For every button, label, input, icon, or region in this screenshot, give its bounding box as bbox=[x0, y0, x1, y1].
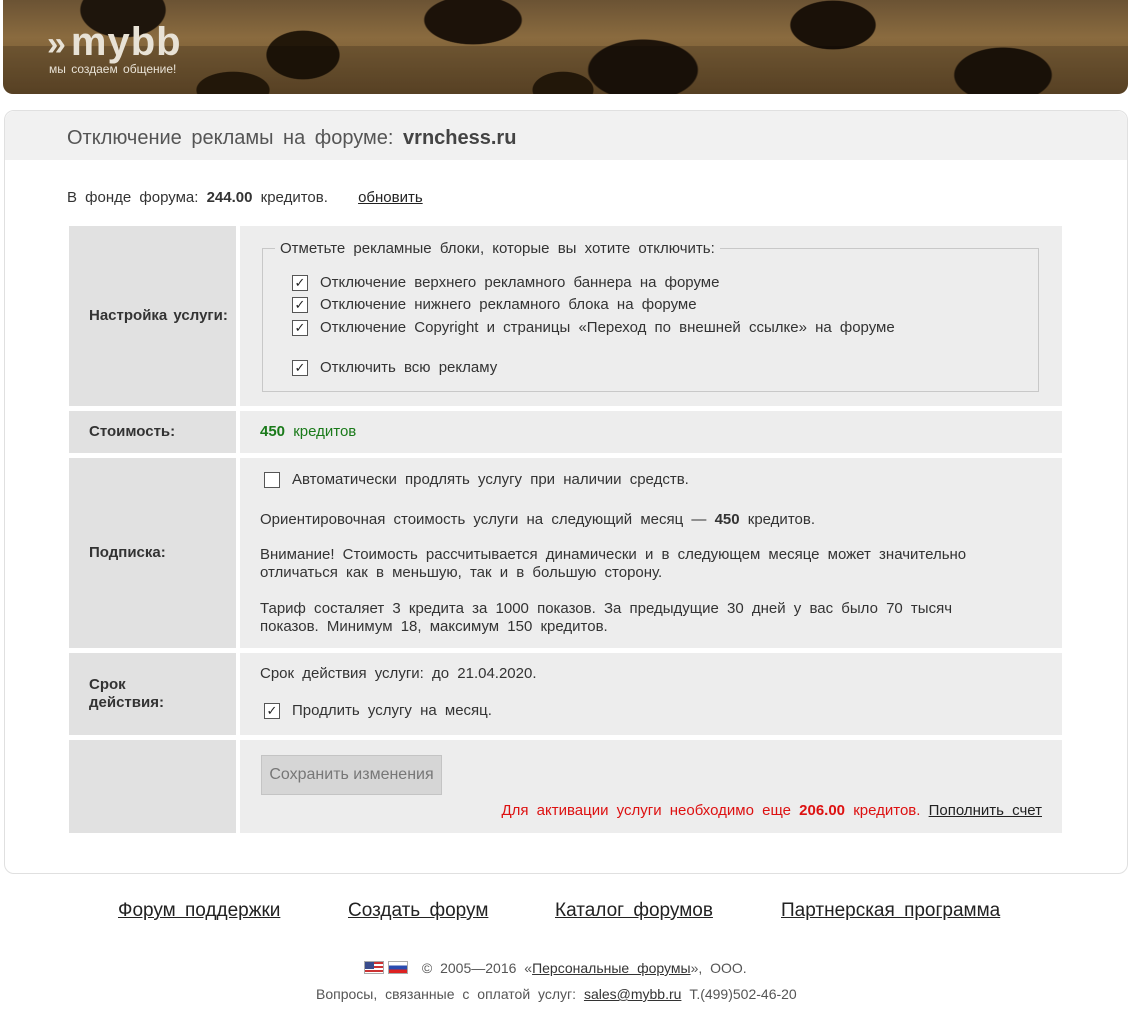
copyright-suffix: », ООО. bbox=[690, 960, 747, 976]
subscription-content: Автоматически продлять услугу при наличи… bbox=[240, 458, 1062, 648]
title-bar: Отключение рекламы на форуме: vrnchess.r… bbox=[5, 111, 1127, 160]
forum-fund: В фонде форума: 244.00 кредитов. обновит… bbox=[67, 189, 423, 206]
cost-unit: кредитов bbox=[293, 423, 357, 440]
option-label: Отключить всю рекламу bbox=[320, 359, 498, 376]
main-panel: Отключение рекламы на форуме: vrnchess.r… bbox=[4, 110, 1128, 874]
price-warning: Внимание! Стоимость рассчитывается динам… bbox=[260, 546, 967, 581]
us-flag-icon[interactable] bbox=[364, 961, 384, 974]
mybb-logo[interactable]: » mybb мы создаем общение! bbox=[47, 20, 182, 76]
contact-info: Вопросы, связанные с оплатой услуг: sale… bbox=[316, 986, 797, 1002]
checkbox-disable-all[interactable]: ✓ bbox=[292, 359, 308, 376]
footer-link-catalog[interactable]: Каталог форумов bbox=[555, 900, 713, 922]
save-button[interactable]: Сохранить изменения bbox=[261, 755, 442, 795]
company-link[interactable]: Персональные форумы bbox=[532, 960, 691, 976]
subscription-row: Подписка: Автоматически продлять услугу … bbox=[69, 458, 1062, 648]
contact-phone: Т.(499)502-46-20 bbox=[689, 986, 797, 1002]
actions-label-empty bbox=[69, 740, 236, 833]
copyright: © 2005—2016 «Персональные форумы», ООО. bbox=[364, 960, 747, 976]
ru-flag-icon[interactable] bbox=[388, 961, 408, 974]
extend-label: Продлить услугу на месяц. bbox=[292, 702, 492, 719]
checkbox-copyright[interactable]: ✓ bbox=[292, 319, 308, 336]
term-row: Срок действия: Срок действия услуги: до … bbox=[69, 653, 1062, 735]
page-title: Отключение рекламы на форуме: vrnchess.r… bbox=[67, 127, 516, 150]
option-disable-all[interactable]: ✓ Отключить всю рекламу bbox=[292, 359, 497, 376]
contact-prefix: Вопросы, связанные с оплатой услуг: bbox=[316, 986, 577, 1002]
checkbox-extend[interactable]: ✓ bbox=[264, 702, 280, 719]
option-bottom-block[interactable]: ✓ Отключение нижнего рекламного блока на… bbox=[292, 296, 697, 313]
ad-blocks-legend: Отметьте рекламные блоки, которые вы хот… bbox=[280, 240, 715, 257]
activation-amount: 206.00 bbox=[799, 802, 846, 819]
tariff-info: Тариф состаляет 3 кредита за 1000 показо… bbox=[260, 600, 953, 635]
settings-label: Настройка услуги: bbox=[69, 226, 236, 406]
contact-email[interactable]: sales@mybb.ru bbox=[584, 986, 681, 1002]
fund-unit: кредитов. bbox=[260, 189, 328, 206]
valid-until: Срок действия услуги: до 21.04.2020. bbox=[260, 665, 537, 682]
checkbox-bottom-block[interactable]: ✓ bbox=[292, 296, 308, 313]
footer-link-create[interactable]: Создать форум bbox=[348, 900, 488, 922]
cost-row: Стоимость: 450 кредитов bbox=[69, 411, 1062, 453]
logo-arrows: » bbox=[47, 25, 67, 63]
option-label: Отключение нижнего рекламного блока на ф… bbox=[320, 296, 697, 313]
activation-notice: Для активации услуги необходимо еще 206.… bbox=[501, 802, 1042, 819]
option-top-banner[interactable]: ✓ Отключение верхнего рекламного баннера… bbox=[292, 274, 719, 291]
extend-option[interactable]: ✓ Продлить услугу на месяц. bbox=[264, 702, 492, 719]
option-copyright[interactable]: ✓ Отключение Copyright и страницы «Перех… bbox=[292, 319, 895, 336]
term-content: Срок действия услуги: до 21.04.2020. ✓ П… bbox=[240, 653, 1062, 735]
auto-renew-option[interactable]: Автоматически продлять услугу при наличи… bbox=[264, 471, 689, 488]
checkbox-top-banner[interactable]: ✓ bbox=[292, 274, 308, 291]
actions-row: Сохранить изменения Для активации услуги… bbox=[69, 740, 1062, 833]
cost-amount: 450 bbox=[260, 423, 286, 440]
estimate-prefix: Ориентировочная стоимость услуги на след… bbox=[260, 511, 707, 528]
header-banner: » mybb мы создаем общение! bbox=[3, 0, 1128, 94]
refresh-link[interactable]: обновить bbox=[358, 189, 423, 206]
activation-unit: кредитов. bbox=[853, 802, 921, 819]
settings-content: Отметьте рекламные блоки, которые вы хот… bbox=[240, 226, 1062, 406]
cost-value: 450 кредитов bbox=[260, 423, 1020, 441]
logo-tagline: мы создаем общение! bbox=[49, 62, 177, 76]
estimate-value: 450 bbox=[714, 511, 740, 528]
copyright-prefix: © 2005—2016 « bbox=[421, 960, 533, 976]
subscription-label: Подписка: bbox=[69, 458, 236, 648]
term-label: Срок действия: bbox=[69, 653, 236, 735]
fund-amount: 244.00 bbox=[206, 189, 253, 206]
topup-link[interactable]: Пополнить счет bbox=[929, 802, 1042, 819]
cost-label: Стоимость: bbox=[69, 411, 236, 453]
estimate-text: Ориентировочная стоимость услуги на след… bbox=[260, 511, 1020, 529]
option-label: Отключение Copyright и страницы «Переход… bbox=[320, 319, 895, 336]
auto-renew-label: Автоматически продлять услугу при наличи… bbox=[292, 471, 689, 488]
cost-content: 450 кредитов bbox=[240, 411, 1062, 453]
footer-link-support[interactable]: Форум поддержки bbox=[118, 900, 280, 922]
settings-row: Настройка услуги: Отметьте рекламные бло… bbox=[69, 226, 1062, 406]
logo-text: mybb bbox=[70, 20, 182, 64]
footer-link-partner[interactable]: Партнерская программа bbox=[781, 900, 1000, 922]
estimate-unit: кредитов. bbox=[747, 511, 815, 528]
fund-label: В фонде форума: bbox=[67, 189, 199, 206]
page-title-prefix: Отключение рекламы на форуме: bbox=[67, 127, 394, 149]
forum-name: vrnchess.ru bbox=[403, 127, 517, 149]
option-label: Отключение верхнего рекламного баннера н… bbox=[320, 274, 720, 291]
checkbox-auto-renew[interactable] bbox=[264, 471, 280, 488]
activation-prefix: Для активации услуги необходимо еще bbox=[501, 802, 791, 819]
actions-content: Сохранить изменения Для активации услуги… bbox=[240, 740, 1062, 833]
